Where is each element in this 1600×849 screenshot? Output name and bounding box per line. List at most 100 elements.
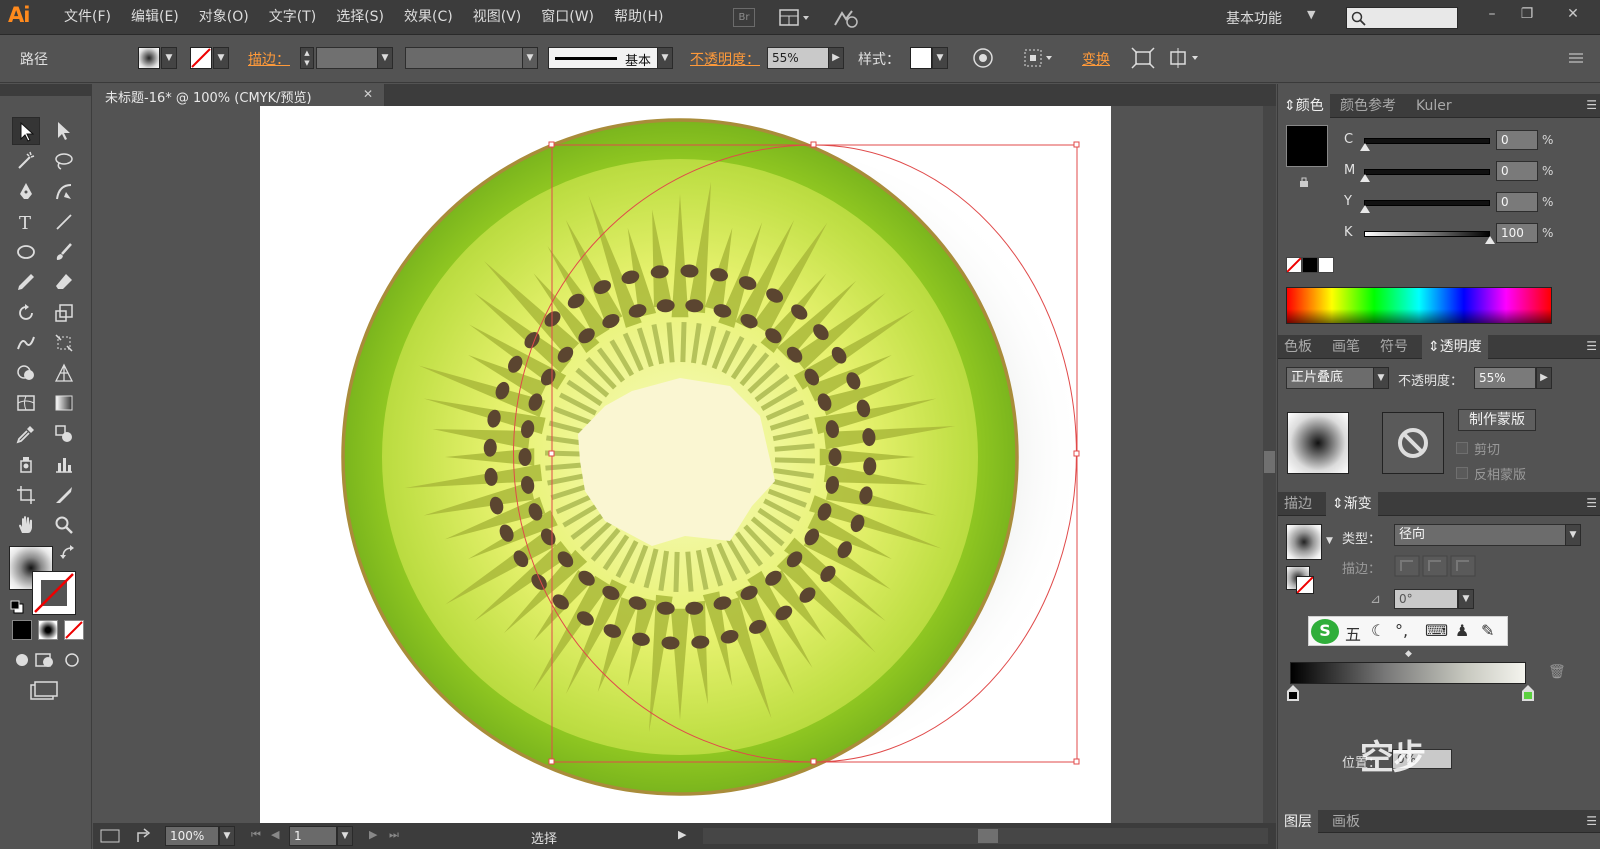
tab-brushes[interactable]: 画笔 (1326, 335, 1366, 359)
none-swatch-icon[interactable] (1286, 257, 1302, 273)
tab-symbols[interactable]: 符号 (1374, 335, 1414, 359)
gradient-midpoint-icon[interactable]: ◆ (1405, 649, 1412, 659)
type-tool-icon[interactable]: T (12, 208, 40, 236)
zoom-field[interactable]: 100% (165, 826, 219, 846)
close-icon[interactable]: ✕ (1560, 3, 1586, 25)
menu-help[interactable]: 帮助(H) (604, 0, 673, 35)
horizontal-scroll-thumb[interactable] (978, 829, 998, 843)
object-thumbnail[interactable] (1287, 412, 1349, 474)
gradient-angle-field[interactable]: 0° (1394, 589, 1458, 609)
tab-color[interactable]: ⇕颜色 (1278, 94, 1330, 118)
wrench-icon[interactable]: ✎ (1481, 621, 1494, 640)
menu-effect[interactable]: 效果(C) (394, 0, 463, 35)
stroke-weight-field[interactable] (316, 47, 378, 69)
vertical-scroll-thumb[interactable] (1264, 451, 1275, 473)
symbol-sprayer-tool-icon[interactable] (12, 450, 40, 478)
transparency-opacity-field[interactable]: 55% (1474, 367, 1536, 389)
brush-definition[interactable]: 基本 (548, 47, 672, 69)
brush-dropdown-icon[interactable]: ▼ (657, 47, 673, 69)
recolor-artwork-icon[interactable] (970, 46, 996, 70)
chevron-down-icon[interactable]: ▼ (1326, 536, 1333, 546)
gradient-swatch[interactable] (1286, 524, 1322, 560)
restore-icon[interactable]: ❐ (1514, 3, 1540, 25)
horizontal-scrollbar[interactable] (703, 828, 1268, 844)
menu-edit[interactable]: 编辑(E) (121, 0, 189, 35)
channel-y-slider[interactable] (1364, 200, 1490, 206)
channel-m-slider[interactable] (1364, 169, 1490, 175)
previous-artboard-icon[interactable]: ◀ (271, 828, 279, 841)
toolbar-grip[interactable] (0, 84, 92, 96)
channel-y-field[interactable]: 0 (1496, 192, 1538, 212)
help-search-input[interactable] (1346, 7, 1458, 29)
gradient-type-dropdown-icon[interactable]: ▼ (1565, 524, 1581, 546)
mask-thumbnail[interactable] (1382, 412, 1444, 474)
stroke-swatch[interactable] (190, 47, 212, 69)
eyedropper-tool-icon[interactable] (12, 420, 40, 448)
fill-swatch[interactable] (138, 47, 160, 69)
panel-menu-icon[interactable]: ☰ (1586, 339, 1597, 353)
workspace-switcher[interactable]: 基本功能 (1226, 8, 1282, 28)
gradient-stop-green[interactable] (1522, 685, 1534, 701)
tab-layers[interactable]: 图层 (1278, 810, 1318, 834)
free-transform-tool-icon[interactable] (50, 329, 78, 357)
select-similar-icon[interactable] (1168, 46, 1204, 70)
slice-tool-icon[interactable] (50, 481, 78, 509)
menu-file[interactable]: 文件(F) (54, 0, 121, 35)
style-dropdown-icon[interactable]: ▼ (932, 47, 948, 69)
mesh-tool-icon[interactable] (12, 389, 40, 417)
lasso-tool-icon[interactable] (50, 147, 78, 175)
color-mode-icon[interactable] (12, 620, 32, 640)
opacity-arrow-icon[interactable]: ▶ (828, 47, 844, 69)
gradient-type-select[interactable]: 径向 (1394, 524, 1566, 546)
screen-mode-icon[interactable] (28, 680, 58, 702)
channel-m-thumb[interactable] (1360, 174, 1370, 182)
gradient-stroke-proxy[interactable] (1296, 576, 1314, 594)
magic-wand-tool-icon[interactable] (12, 147, 40, 175)
arrange-documents-icon[interactable] (778, 7, 814, 29)
ime-logo-icon[interactable]: S (1311, 619, 1339, 644)
white-swatch[interactable] (1318, 257, 1334, 273)
artboard-dropdown-icon[interactable]: ▼ (337, 826, 353, 846)
vertical-scrollbar[interactable] (1263, 106, 1276, 823)
tab-artboards[interactable]: 画板 (1326, 810, 1366, 834)
warp-tool-icon[interactable] (12, 329, 40, 357)
channel-c-slider[interactable] (1364, 138, 1490, 144)
panel-menu-icon[interactable]: ☰ (1586, 496, 1597, 510)
channel-k-slider[interactable] (1364, 231, 1490, 237)
opacity-arrow-icon[interactable]: ▶ (1536, 367, 1552, 389)
gradient-tool-icon[interactable] (50, 389, 78, 417)
align-icon[interactable] (1022, 46, 1058, 70)
stroke-weight-dropdown-icon[interactable]: ▼ (377, 47, 393, 69)
style-swatch[interactable] (910, 47, 932, 69)
artboard-tool-icon[interactable] (12, 481, 40, 509)
tab-color-guide[interactable]: 颜色参考 (1334, 94, 1402, 118)
kiwi-illustration[interactable] (260, 106, 1111, 823)
last-artboard-icon[interactable]: ⏭ (389, 828, 399, 842)
tab-gradient[interactable]: ⇕渐变 (1326, 492, 1378, 516)
selection-tool-icon[interactable] (12, 117, 40, 145)
fill-color-swatch[interactable] (1286, 125, 1328, 167)
angle-dropdown-icon[interactable]: ▼ (1458, 589, 1474, 609)
ellipse-tool-icon[interactable] (12, 238, 40, 266)
tab-kuler[interactable]: Kuler (1410, 94, 1458, 118)
isolate-icon[interactable] (1130, 46, 1156, 70)
menu-view[interactable]: 视图(V) (463, 0, 532, 35)
make-mask-button[interactable]: 制作蒙版 (1458, 409, 1536, 431)
paintbrush-tool-icon[interactable] (50, 238, 78, 266)
stroke-label[interactable]: 描边： (248, 49, 290, 69)
keyboard-icon[interactable]: ⌨ (1425, 621, 1448, 640)
gpu-performance-icon[interactable] (832, 7, 862, 29)
gradient-slider-bar[interactable] (1290, 662, 1526, 684)
zoom-tool-icon[interactable] (50, 511, 78, 539)
color-spectrum-bar[interactable] (1286, 287, 1552, 324)
opacity-label[interactable]: 不透明度： (690, 49, 760, 69)
clip-checkbox[interactable] (1456, 442, 1468, 454)
chevron-down-icon[interactable]: ▼ (1307, 8, 1315, 21)
stroke-weight-stepper[interactable]: ▲ ▼ (300, 47, 314, 69)
scale-tool-icon[interactable] (50, 299, 78, 327)
minimize-icon[interactable]: – (1479, 3, 1505, 25)
punctuation-icon[interactable]: °, (1395, 621, 1408, 640)
pen-tool-icon[interactable] (12, 178, 40, 206)
rotate-tool-icon[interactable] (12, 299, 40, 327)
channel-m-field[interactable]: 0 (1496, 161, 1538, 181)
